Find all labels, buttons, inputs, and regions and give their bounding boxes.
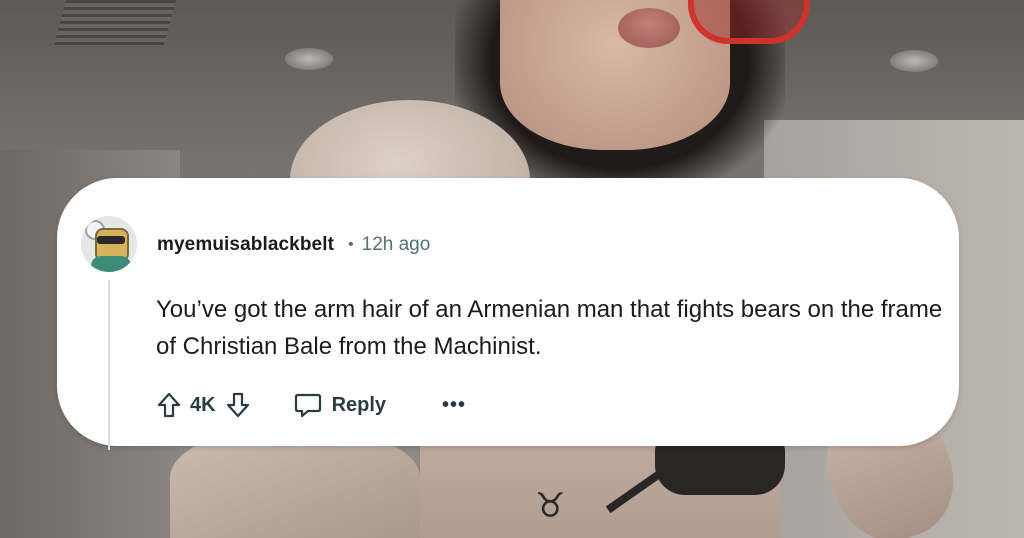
avatar-sunglasses xyxy=(97,236,125,244)
vote-count: 4K xyxy=(190,393,216,416)
upvote-icon[interactable] xyxy=(157,392,181,418)
comment-card: myemuisablackbelt • 12h ago You’ve got t… xyxy=(57,178,959,450)
reply-button[interactable]: Reply xyxy=(294,392,386,418)
username-link[interactable]: myemuisablackbelt xyxy=(157,234,334,256)
reply-label: Reply xyxy=(331,393,387,416)
comment-timestamp[interactable]: 12h ago xyxy=(362,234,431,256)
avatar-body xyxy=(91,256,131,272)
comment-actions: 4K Reply ••• xyxy=(157,392,466,418)
comment-body: You’ve got the arm hair of an Armenian m… xyxy=(156,296,943,360)
sunglasses xyxy=(688,0,810,44)
meta-separator: • xyxy=(348,236,354,253)
downvote-icon[interactable] xyxy=(226,392,250,418)
ceiling-vent xyxy=(53,0,177,45)
reply-icon xyxy=(294,392,322,418)
avatar[interactable] xyxy=(81,216,137,272)
ceiling-light xyxy=(890,50,938,72)
thread-line[interactable] xyxy=(108,280,110,450)
tattoo: ♉ xyxy=(535,486,566,526)
ceiling-light xyxy=(285,48,333,70)
lips xyxy=(618,8,680,48)
arm xyxy=(170,430,420,538)
more-options-button[interactable]: ••• xyxy=(442,394,466,417)
comment-header: myemuisablackbelt • 12h ago xyxy=(157,234,430,256)
